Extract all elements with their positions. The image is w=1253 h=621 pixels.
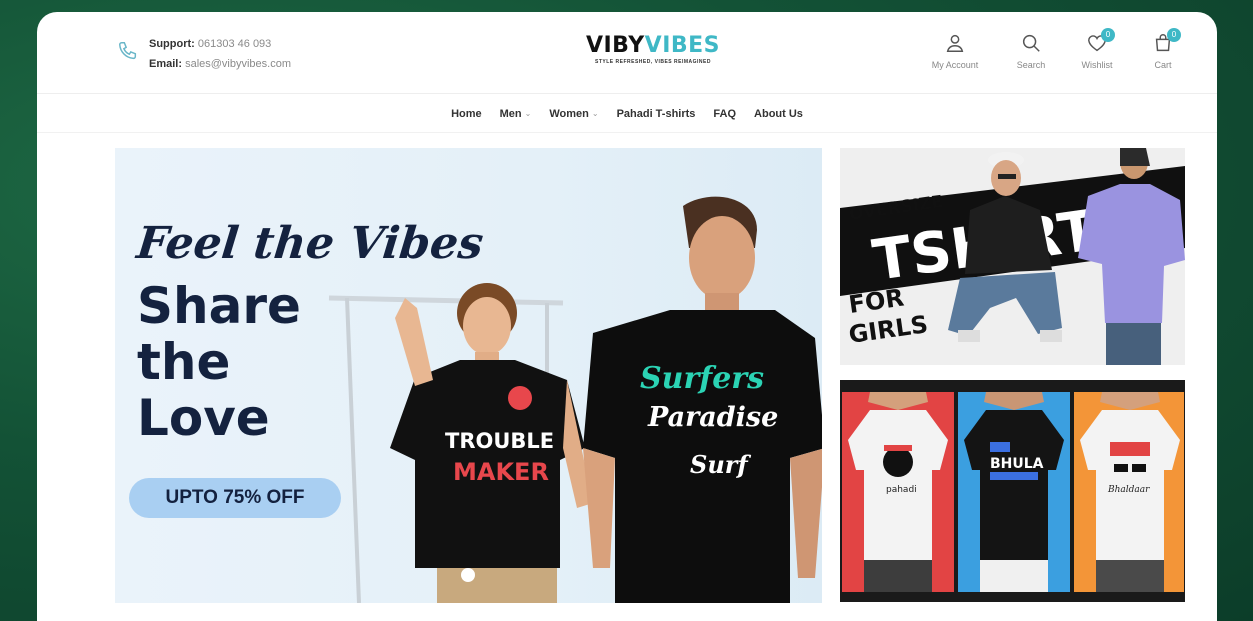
hero-headline: Share the Love: [137, 278, 301, 446]
hero-banner[interactable]: TROUBLE MAKER Surfers Paradise Surf Feel…: [115, 148, 822, 603]
hero-line-share: Share: [137, 277, 301, 335]
nav-women[interactable]: Women ⌄: [549, 108, 598, 120]
promo2-shirt-middle-text: BHULA: [990, 456, 1044, 472]
hero-line-love: Love: [137, 389, 270, 447]
support-line: Support: 061303 46 093: [149, 34, 291, 54]
logo-word-viby: VIBY: [585, 33, 645, 58]
oversize-tshirt-girls-banner[interactable]: OVERSIZE TSHIRT FOR GIRLS: [840, 148, 1185, 365]
wishlist-button[interactable]: 0 Wishlist: [1073, 28, 1121, 70]
nav-men[interactable]: Men ⌄: [500, 108, 532, 120]
offer-button[interactable]: UPTO 75% OFF: [129, 478, 341, 518]
nav-about-us[interactable]: About Us: [754, 108, 803, 120]
chevron-down-icon: ⌄: [591, 109, 599, 118]
nav-faq[interactable]: FAQ: [713, 108, 736, 120]
slider-dot[interactable]: [461, 568, 475, 582]
cart-count-badge: 0: [1167, 28, 1181, 42]
shirt1-text-maker: MAKER: [453, 458, 549, 486]
model-trouble-maker: TROUBLE MAKER: [390, 283, 593, 603]
logo-tagline: STYLE REFRESHED, VIBES REIMAGINED: [595, 59, 711, 65]
search-label: Search: [1016, 60, 1046, 70]
nav-pahadi-label: Pahadi T-shirts: [616, 107, 696, 120]
nav-home-label: Home: [451, 107, 482, 120]
nav-pahadi-tshirts[interactable]: Pahadi T-shirts: [617, 108, 696, 120]
phone-icon: [119, 42, 137, 60]
promo2-shirt-right-text: Bhaldaar: [1107, 485, 1150, 495]
model-surfers-paradise: Surfers Paradise Surf: [583, 196, 822, 603]
support-label: Support:: [149, 38, 195, 50]
rack-bar: [328, 295, 564, 306]
main-nav: Home Men ⌄ Women ⌄ Pahadi T-shirts FAQ Abo…: [37, 95, 1217, 133]
promo2-illustration: pahadi BHULA Bhaldaar: [840, 380, 1185, 602]
cart-button[interactable]: 0 Cart: [1139, 28, 1187, 70]
site-header: Support: 061303 46 093 Email: sales@viby…: [37, 12, 1217, 94]
email-line: Email: sales@vibyvibes.com: [149, 54, 291, 74]
promo1-illustration: OVERSIZE TSHIRT FOR GIRLS: [840, 148, 1185, 365]
wishlist-count-badge: 0: [1101, 28, 1115, 42]
browser-frame: Support: 061303 46 093 Email: sales@viby…: [37, 12, 1217, 621]
user-icon: [946, 34, 964, 52]
my-account-label: My Account: [931, 60, 979, 70]
nav-men-label: Men: [499, 107, 522, 120]
chevron-down-icon: ⌄: [524, 109, 532, 118]
rack-pole-left: [345, 297, 361, 603]
search-button[interactable]: Search: [1007, 32, 1055, 70]
promo2-shirt-left-text: pahadi: [886, 485, 917, 495]
support-phone[interactable]: 061303 46 093: [198, 38, 271, 50]
nav-women-label: Women: [549, 107, 589, 120]
cart-label: Cart: [1154, 60, 1172, 70]
hero-script-headline: Feel the Vibes: [134, 218, 486, 269]
hero-line-the: the: [137, 333, 231, 391]
shirt1-text-trouble: TROUBLE: [445, 429, 554, 453]
shirt2-text-surfers: Surfers: [640, 361, 764, 396]
search-icon: [1022, 34, 1040, 52]
wishlist-label: Wishlist: [1081, 60, 1113, 70]
nav-home[interactable]: Home: [451, 108, 482, 120]
nav-faq-label: FAQ: [713, 107, 737, 120]
nav-about-label: About Us: [754, 107, 803, 120]
email-label: Email:: [149, 58, 183, 70]
shirt2-text-paradise: Paradise: [647, 402, 778, 433]
pahadi-tshirts-banner[interactable]: pahadi BHULA Bhaldaar: [840, 380, 1185, 602]
logo-word-vibes: VIBES: [644, 33, 721, 58]
support-email[interactable]: sales@vibyvibes.com: [185, 58, 291, 70]
header-actions: My Account Search 0 Wishlist 0 Cart: [921, 28, 1187, 70]
my-account-button[interactable]: My Account: [921, 32, 989, 70]
shirt2-text-surf: Surf: [690, 450, 751, 479]
contact-info: Support: 061303 46 093 Email: sales@viby…: [117, 34, 291, 74]
site-logo[interactable]: VIBYVIBES STYLE REFRESHED, VIBES REIMAGI…: [573, 33, 733, 66]
